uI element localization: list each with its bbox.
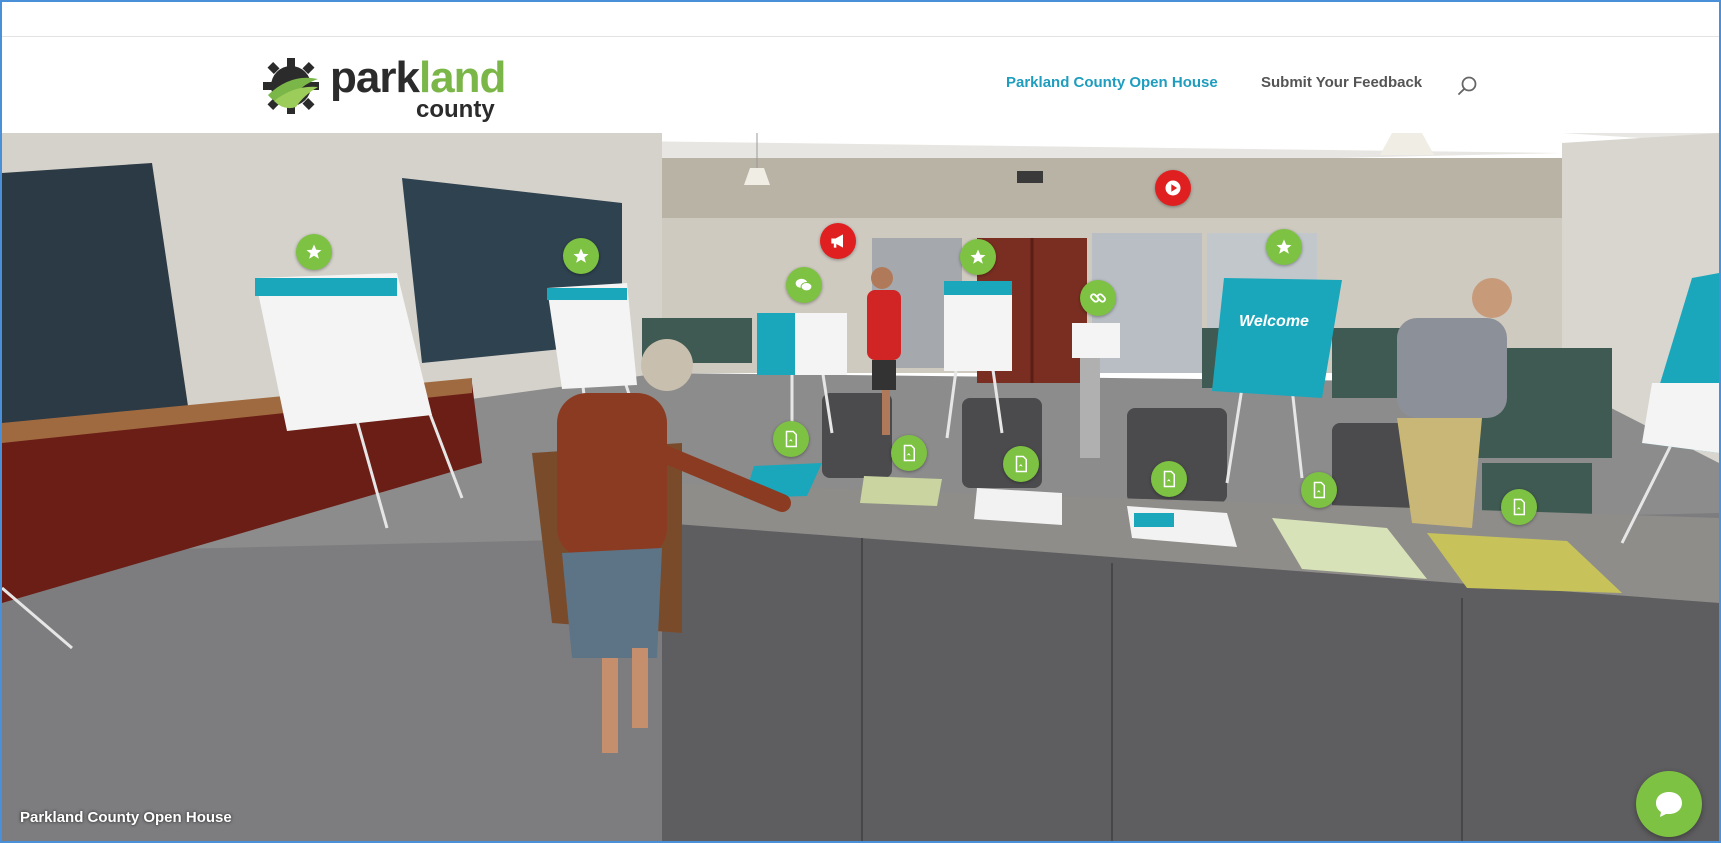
welcome-board	[1212, 278, 1342, 398]
pdf-icon[interactable]	[1151, 461, 1187, 497]
link-glyph	[1090, 293, 1106, 303]
star-icon[interactable]	[960, 239, 996, 275]
room-illustration	[2, 133, 1719, 841]
play-icon[interactable]	[1155, 170, 1191, 206]
chat-widget-button[interactable]	[1636, 771, 1702, 837]
pdf-glyph	[903, 444, 915, 462]
link-icon[interactable]	[1080, 280, 1116, 316]
star-icon[interactable]	[563, 238, 599, 274]
star-icon[interactable]	[296, 234, 332, 270]
chat-icon	[1656, 792, 1682, 817]
pdf-icon[interactable]	[1003, 446, 1039, 482]
pdf-glyph	[1513, 498, 1525, 516]
nav-open-house[interactable]: Parkland County Open House	[1006, 73, 1218, 93]
logo-emblem-icon	[263, 58, 319, 114]
chat-bubbles-glyph	[795, 278, 813, 292]
megaphone-glyph	[831, 234, 843, 248]
scene-caption: Parkland County Open House	[20, 809, 232, 826]
welcome-board-title: Welcome	[1239, 313, 1309, 330]
chat-bubbles-icon[interactable]	[786, 267, 822, 303]
star-glyph	[306, 244, 322, 259]
nav-submit-feedback[interactable]: Submit Your Feedback	[1261, 73, 1422, 93]
logo-word-land: land	[418, 53, 506, 102]
pdf-glyph	[1313, 481, 1325, 499]
pdf-icon[interactable]	[773, 421, 809, 457]
virtual-open-house-scene[interactable]: Welcome Parkland County Open House	[2, 133, 1719, 841]
star-glyph	[1276, 239, 1292, 254]
pdf-icon[interactable]	[1301, 472, 1337, 508]
browser-frame: parkland county Parkland County Open Hou…	[0, 0, 1721, 843]
pdf-glyph	[785, 430, 797, 448]
star-glyph	[573, 248, 589, 263]
pdf-glyph	[1015, 455, 1027, 473]
megaphone-icon[interactable]	[820, 223, 856, 259]
site-header: parkland county Parkland County Open Hou…	[2, 37, 1719, 133]
play-glyph	[1165, 180, 1181, 196]
pdf-glyph	[1163, 470, 1175, 488]
star-icon[interactable]	[1266, 229, 1302, 265]
parkland-county-logo[interactable]: parkland county	[260, 51, 506, 123]
star-glyph	[970, 249, 986, 264]
logo-word-county: county	[416, 96, 495, 123]
pdf-icon[interactable]	[891, 435, 927, 471]
search-icon[interactable]	[1457, 75, 1479, 97]
pdf-icon[interactable]	[1501, 489, 1537, 525]
logo-word-park: park	[330, 53, 420, 102]
top-strip	[2, 2, 1719, 37]
